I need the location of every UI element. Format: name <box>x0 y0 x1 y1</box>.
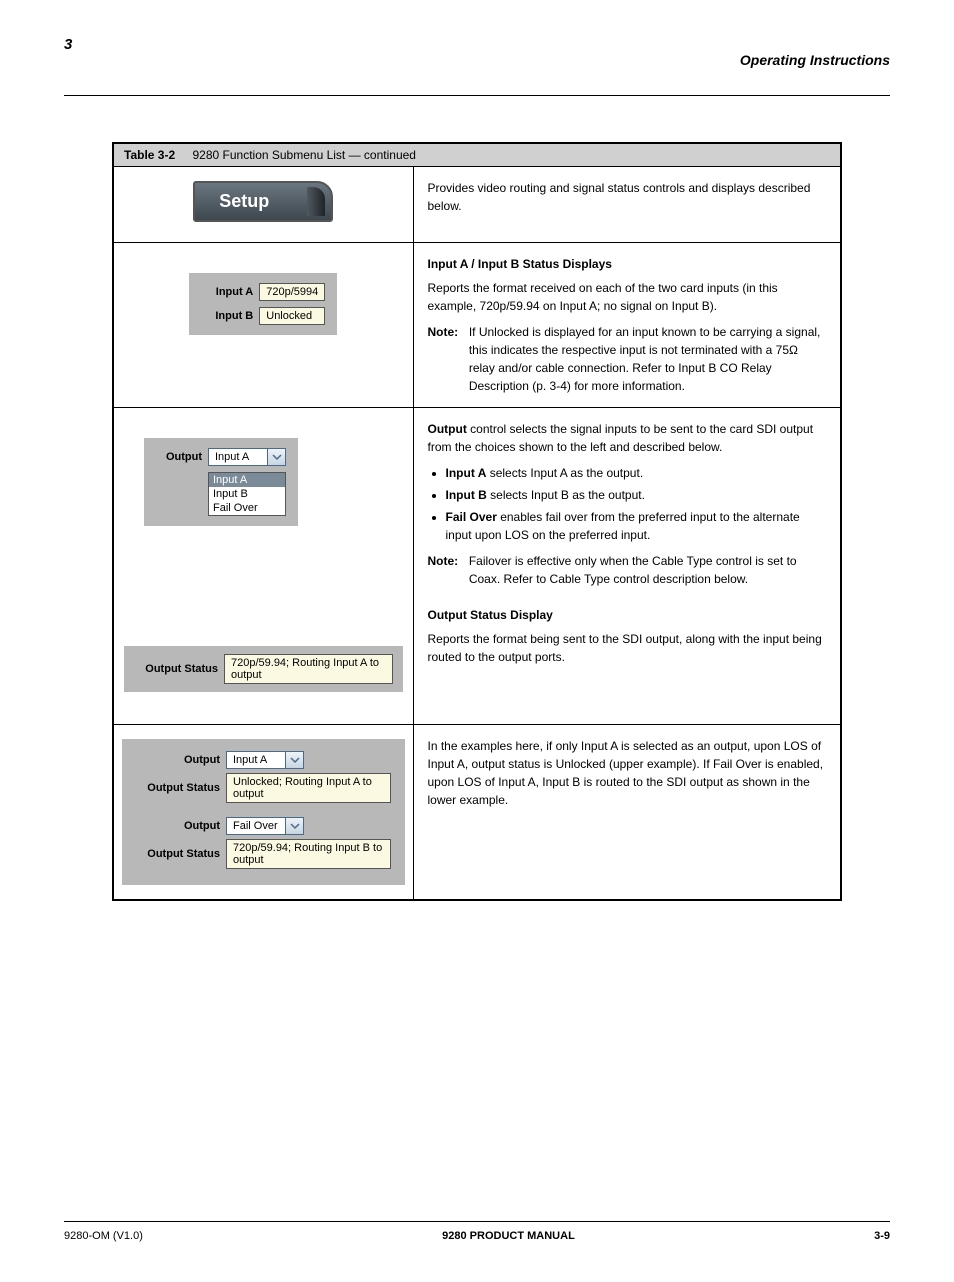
list-item: Input B selects Input B as the output. <box>446 486 827 504</box>
input-status-desc: Reports the format received on each of t… <box>428 279 827 315</box>
list-item: Fail Over enables fail over from the pre… <box>446 508 827 544</box>
output-control-title: Output <box>428 422 471 436</box>
note-label: Note: <box>428 323 466 341</box>
output-options-list[interactable]: Input A Input B Fail Over <box>208 472 286 516</box>
setup-button[interactable]: Setup <box>193 181 333 222</box>
note-label: Note: <box>428 552 466 570</box>
bullet-text: selects Input A as the output. <box>486 466 643 480</box>
page-footer: 9280-OM (V1.0) 9280 PRODUCT MANUAL 3-9 <box>64 1221 890 1242</box>
input-b-label: Input B <box>201 310 253 322</box>
output-status-panel: Output Status 720p/59.94; Routing Input … <box>124 646 403 692</box>
output-label: Output <box>136 754 220 766</box>
output-status-title: Output Status Display <box>428 606 827 624</box>
output-control-body: control selects the signal inputs to be … <box>428 422 814 454</box>
failover-examples-desc: In the examples here, if only Input A is… <box>428 737 827 809</box>
output-status-value: 720p/59.94; Routing Input B to output <box>226 839 391 869</box>
table-subtitle: 9280 Function Submenu List — continued <box>192 148 415 162</box>
setup-description: Provides video routing and signal status… <box>428 179 827 215</box>
output-label: Output <box>156 451 202 463</box>
output-options-bullets: Input A selects Input A as the output. I… <box>428 464 827 544</box>
output-select-value: Fail Over <box>226 817 286 835</box>
bullet-bold: Fail Over <box>446 510 497 524</box>
output-status-value: Unlocked; Routing Input A to output <box>226 773 391 803</box>
bullet-bold: Input A <box>446 466 487 480</box>
footer-right: 3-9 <box>874 1230 890 1242</box>
chevron-down-icon[interactable] <box>286 751 304 769</box>
output-select-value: Input A <box>226 751 286 769</box>
note-body: If Unlocked is displayed for an input kn… <box>469 323 826 395</box>
output-select[interactable]: Input A <box>226 751 304 769</box>
chapter-title: Operating Instructions <box>740 52 890 68</box>
output-status-value: 720p/59.94; Routing Input A to output <box>224 654 393 684</box>
table-title: Table 3-2 <box>124 148 175 162</box>
input-a-status: 720p/5994 <box>259 283 325 301</box>
output-status-label: Output Status <box>136 782 220 794</box>
chevron-down-icon[interactable] <box>268 448 286 466</box>
input-status-title: Input A / Input B Status Displays <box>428 255 827 273</box>
function-submenu-table: Table 3-2 9280 Function Submenu List — c… <box>112 142 842 901</box>
input-a-label: Input A <box>201 286 253 298</box>
footer-left: 9280-OM (V1.0) <box>64 1230 143 1242</box>
footer-center: 9280 PRODUCT MANUAL <box>442 1230 575 1242</box>
output-select-value: Input A <box>208 448 268 466</box>
output-option[interactable]: Input B <box>209 487 285 501</box>
note-body: Failover is effective only when the Cabl… <box>469 552 826 588</box>
bullet-bold: Input B <box>446 488 487 502</box>
input-status-panel: Input A 720p/5994 Input B Unlocked <box>189 273 337 335</box>
output-label: Output <box>136 820 220 832</box>
list-item: Input A selects Input A as the output. <box>446 464 827 482</box>
failover-examples-panel: Output Input A Output Status Unlocked; R… <box>122 739 405 885</box>
input-b-status: Unlocked <box>259 307 325 325</box>
bullet-text: enables fail over from the preferred inp… <box>446 510 800 542</box>
chapter-number: 3 <box>64 36 72 53</box>
output-status-desc: Reports the format being sent to the SDI… <box>428 630 827 666</box>
output-option[interactable]: Input A <box>209 473 285 487</box>
output-status-label: Output Status <box>136 848 220 860</box>
chevron-down-icon[interactable] <box>286 817 304 835</box>
output-status-label: Output Status <box>134 663 218 675</box>
output-dropdown-panel: Output Input A Input A Input <box>144 438 298 526</box>
output-select[interactable]: Fail Over <box>226 817 304 835</box>
output-option[interactable]: Fail Over <box>209 501 285 515</box>
output-select[interactable]: Input A <box>208 448 286 466</box>
bullet-text: selects Input B as the output. <box>487 488 645 502</box>
